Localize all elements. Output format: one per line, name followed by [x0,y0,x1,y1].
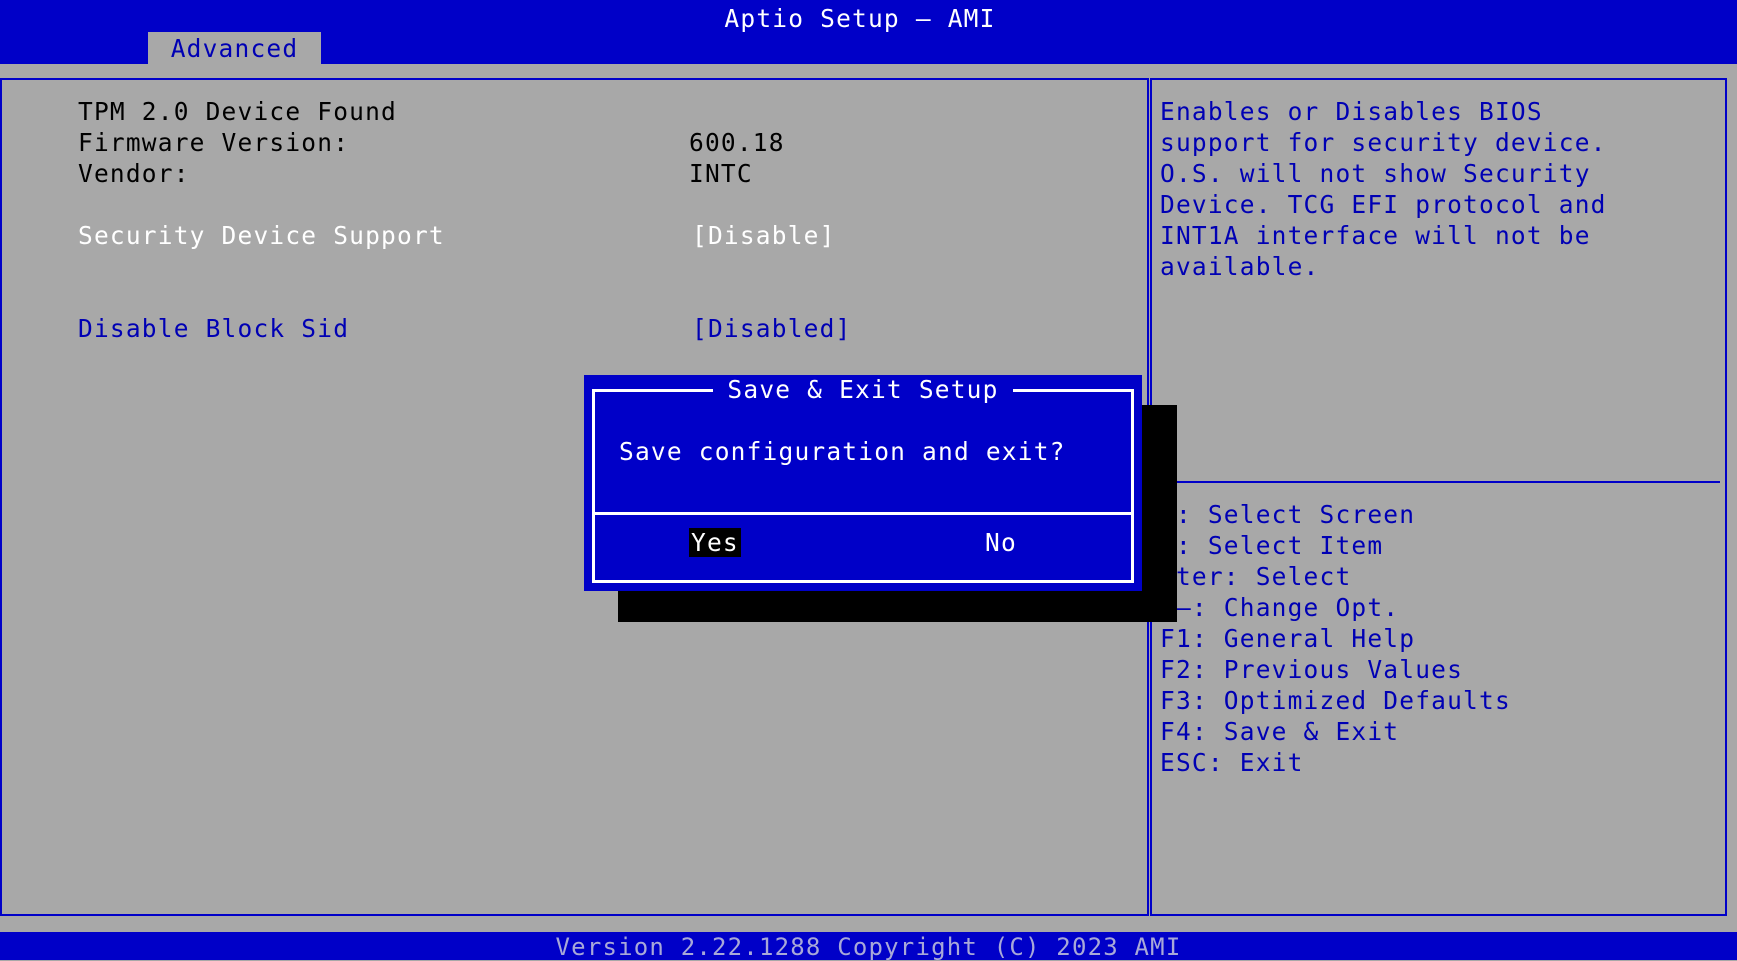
save-exit-dialog: Save & Exit Setup Save configuration and… [584,375,1142,591]
help-line: Device. TCG EFI protocol and [1160,190,1607,219]
dialog-shadow-bottom [618,591,1177,622]
key-select-item: ↓: Select Item [1160,531,1384,560]
key-enter-select: nter: Select [1160,562,1352,591]
yes-button[interactable]: Yes [689,528,741,557]
firmware-version-value: 600.18 [689,128,785,157]
help-line: available. [1160,252,1320,281]
firmware-version-label: Firmware Version: [78,128,350,157]
key-optimized-defaults: F3: Optimized Defaults [1160,686,1511,715]
dialog-separator [592,512,1134,515]
key-change-opt: /–: Change Opt. [1160,593,1400,622]
dialog-title: Save & Exit Setup [584,375,1142,404]
key-general-help: F1: General Help [1160,624,1416,653]
security-device-support-value[interactable]: [Disable] [692,221,836,250]
security-device-support-label[interactable]: Security Device Support [78,221,445,250]
tab-advanced[interactable]: Advanced [148,32,321,65]
help-line: O.S. will not show Security [1160,159,1591,188]
version-text: Version 2.22.1288 Copyright (C) 2023 AMI [555,933,1182,961]
help-line: Enables or Disables BIOS [1160,97,1543,126]
disable-block-sid-value[interactable]: [Disabled] [692,314,852,343]
dialog-message: Save configuration and exit? [619,437,1066,466]
key-save-exit: F4: Save & Exit [1160,717,1400,746]
help-line: INT1A interface will not be [1160,221,1591,250]
help-line: support for security device. [1160,128,1607,157]
vendor-value: INTC [689,159,753,188]
tpm-device-found-label: TPM 2.0 Device Found [78,97,398,126]
no-button[interactable]: No [985,528,1017,557]
dialog-title-text: Save & Exit Setup [713,375,1013,404]
disable-block-sid-label[interactable]: Disable Block Sid [78,314,349,343]
key-select-screen: ←: Select Screen [1160,500,1416,529]
dialog-border [592,389,1134,583]
key-previous-values: F2: Previous Values [1160,655,1464,684]
key-esc-exit: ESC: Exit [1160,748,1304,777]
help-divider [1160,481,1720,483]
app-title: Aptio Setup – AMI [724,4,996,33]
vendor-label: Vendor: [78,159,190,188]
dialog-shadow-right [1142,405,1177,622]
